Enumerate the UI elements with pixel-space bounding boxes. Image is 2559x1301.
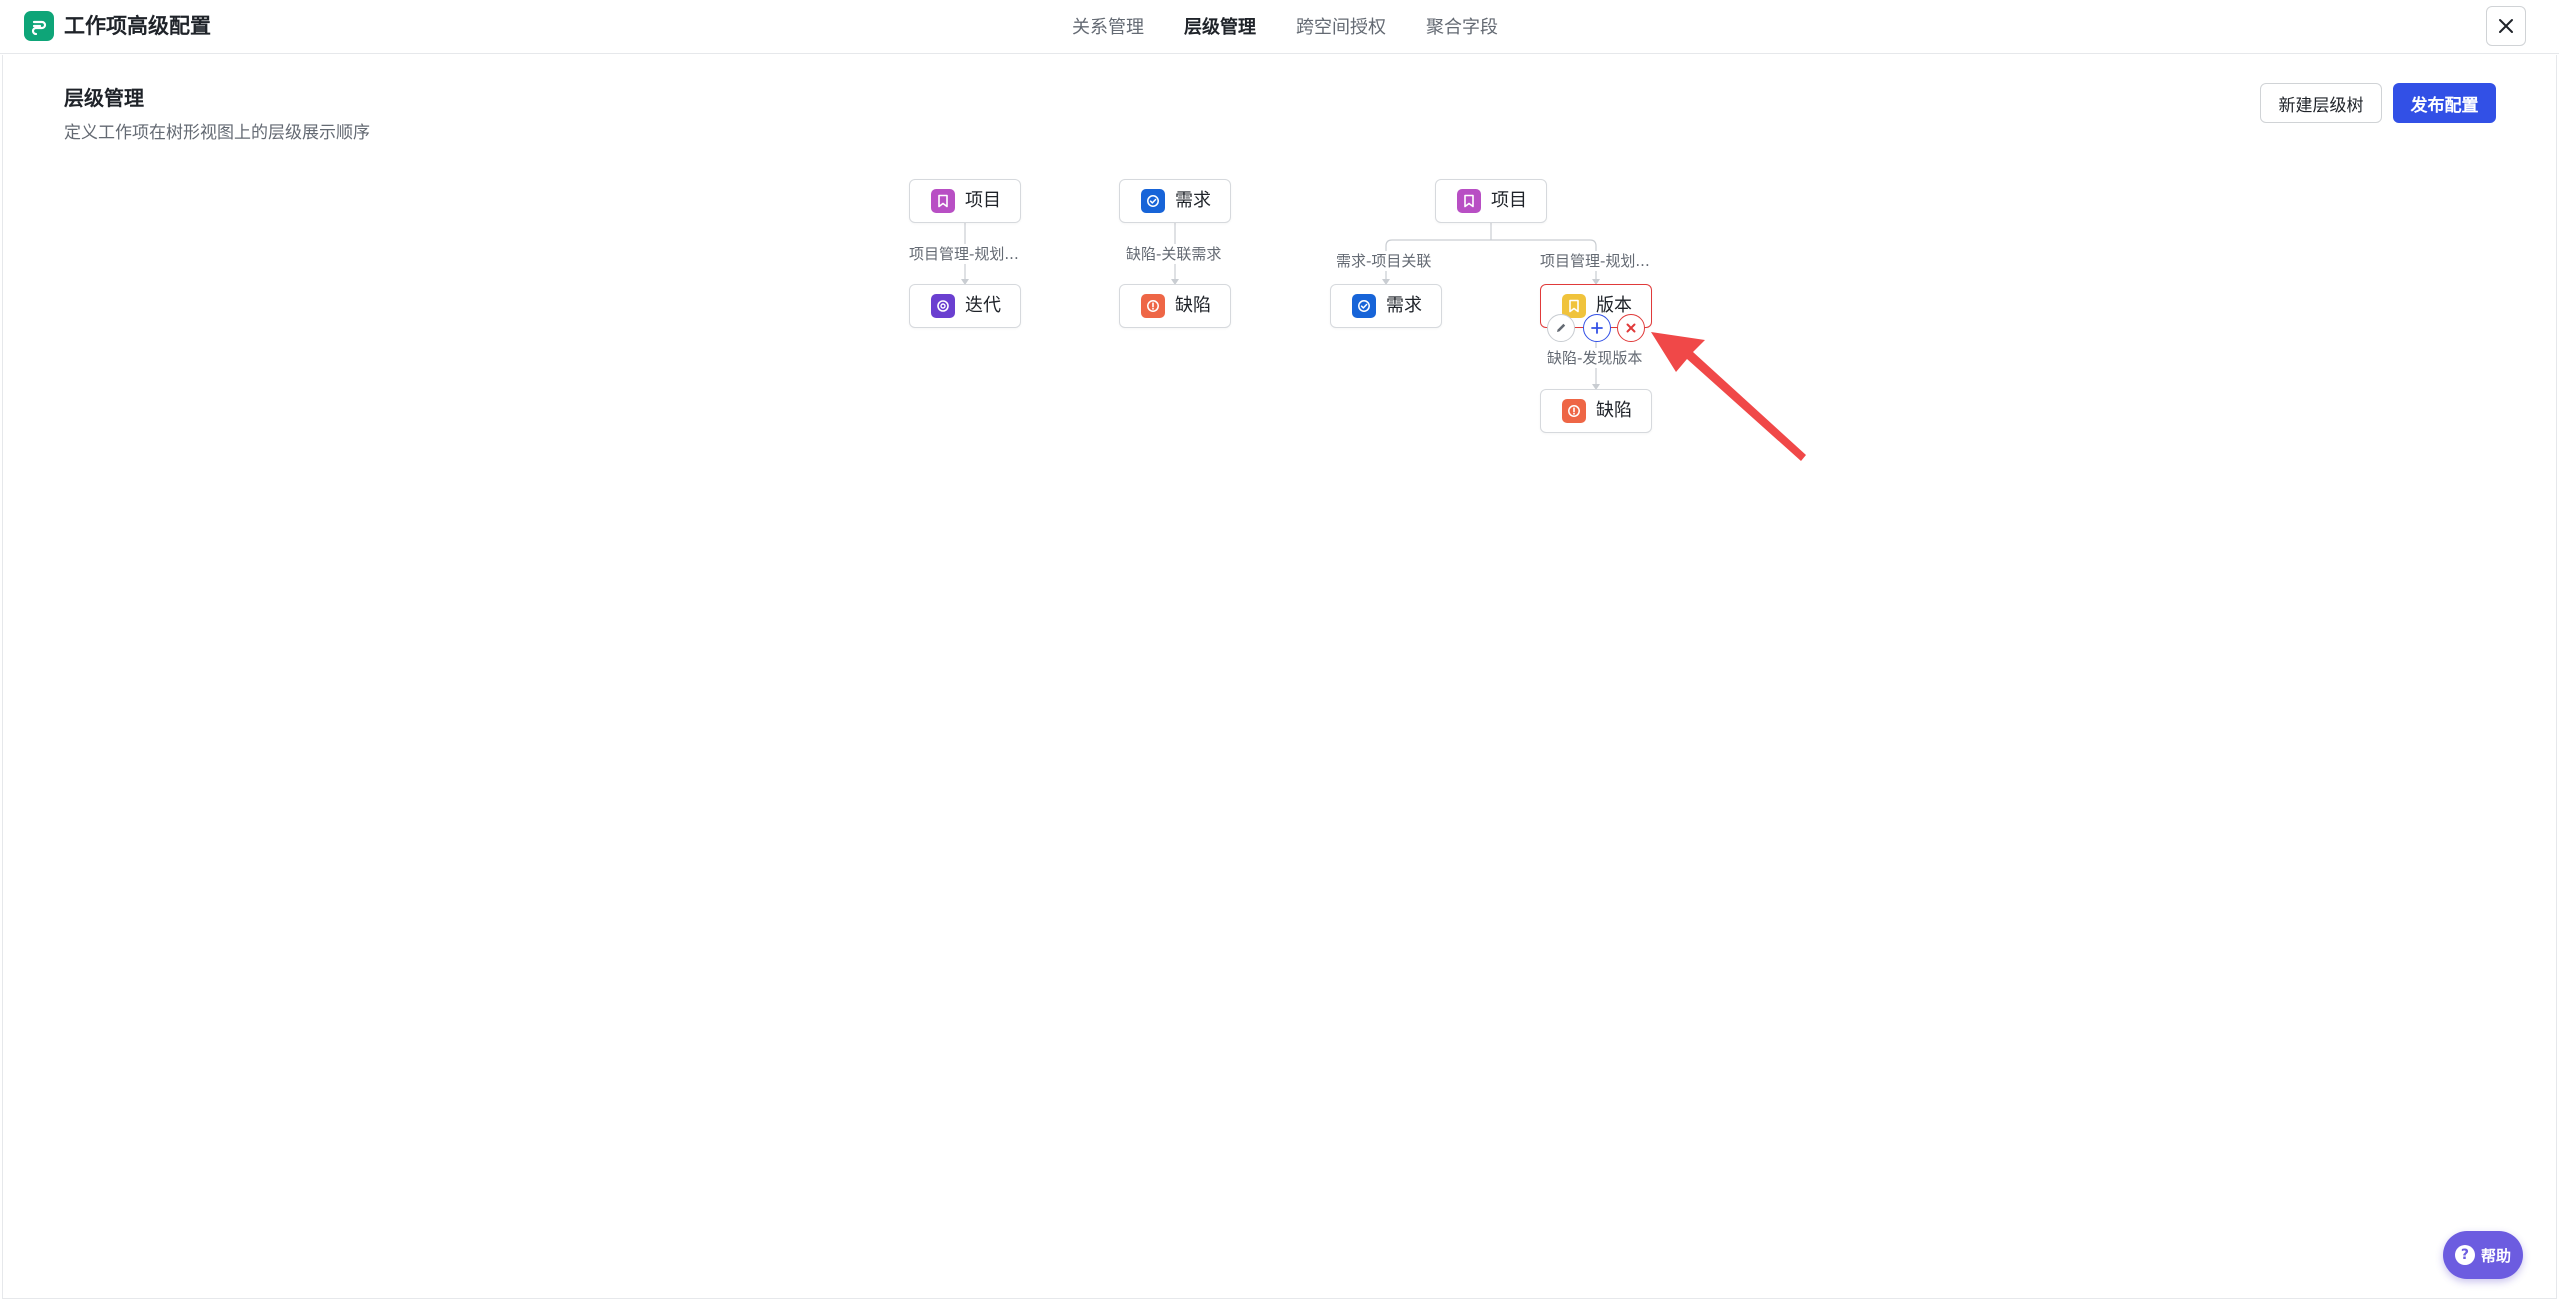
tree2-edge-label: 缺陷-关联需求 bbox=[1124, 244, 1224, 264]
bookmark-icon bbox=[931, 189, 955, 213]
app-title: 工作项高级配置 bbox=[64, 14, 211, 38]
tree1-root-node[interactable]: 项目 bbox=[909, 179, 1021, 223]
tree1-edge-label: 项目管理-规划... bbox=[907, 244, 1021, 264]
tab-relation[interactable]: 关系管理 bbox=[1052, 14, 1164, 42]
edit-node-button[interactable] bbox=[1547, 314, 1575, 342]
bookmark-icon bbox=[1457, 189, 1481, 213]
tree2-root-node[interactable]: 需求 bbox=[1119, 179, 1231, 223]
plus-icon bbox=[1591, 322, 1603, 334]
page-title: 层级管理 bbox=[64, 86, 144, 110]
tree1-child-node[interactable]: 迭代 bbox=[909, 284, 1021, 328]
top-bar: 工作项高级配置 关系管理 层级管理 跨空间授权 聚合字段 bbox=[0, 0, 2559, 54]
help-button[interactable]: ? 帮助 bbox=[2443, 1231, 2523, 1279]
tree3-right-edge-label: 项目管理-规划... bbox=[1538, 251, 1652, 271]
tab-aggregate-field[interactable]: 聚合字段 bbox=[1406, 14, 1518, 42]
node-label: 缺陷 bbox=[1596, 400, 1632, 421]
sprint-icon bbox=[931, 294, 955, 318]
node-label: 迭代 bbox=[965, 295, 1001, 316]
question-icon: ? bbox=[2454, 1245, 2475, 1265]
node-label: 需求 bbox=[1175, 190, 1211, 211]
tree3-defect-node[interactable]: 缺陷 bbox=[1540, 389, 1652, 433]
tree3-left-edge-label: 需求-项目关联 bbox=[1334, 251, 1434, 271]
delete-node-button[interactable] bbox=[1617, 314, 1645, 342]
new-tree-button[interactable]: 新建层级树 bbox=[2260, 83, 2382, 123]
edit-icon bbox=[1557, 323, 1566, 332]
tab-hierarchy[interactable]: 层级管理 bbox=[1164, 14, 1276, 42]
publish-button[interactable]: 发布配置 bbox=[2393, 83, 2496, 123]
node-label: 需求 bbox=[1386, 295, 1422, 316]
tree3-root-node[interactable]: 项目 bbox=[1435, 179, 1547, 223]
help-label: 帮助 bbox=[2480, 1246, 2511, 1265]
close-icon bbox=[1626, 323, 1636, 333]
tree2-child-node[interactable]: 缺陷 bbox=[1119, 284, 1231, 328]
alert-icon bbox=[1562, 399, 1586, 423]
node-label: 缺陷 bbox=[1175, 295, 1211, 316]
node-label: 项目 bbox=[1491, 190, 1527, 211]
page-description: 定义工作项在树形视图上的层级展示顺序 bbox=[64, 123, 370, 143]
add-child-node-button[interactable] bbox=[1583, 314, 1611, 342]
node-label: 项目 bbox=[965, 190, 1001, 211]
check-circle-icon bbox=[1141, 189, 1165, 213]
alert-icon bbox=[1141, 294, 1165, 318]
close-icon bbox=[2499, 19, 2513, 33]
app-logo-icon bbox=[24, 11, 54, 41]
tab-bar: 关系管理 层级管理 跨空间授权 聚合字段 bbox=[1052, 14, 1518, 42]
content-panel bbox=[2, 55, 2557, 1299]
check-circle-icon bbox=[1352, 294, 1376, 318]
tab-cross-space-auth[interactable]: 跨空间授权 bbox=[1276, 14, 1406, 42]
tree3-left-node[interactable]: 需求 bbox=[1330, 284, 1442, 328]
close-button[interactable] bbox=[2486, 6, 2526, 46]
tree3-version-edge-label: 缺陷-发现版本 bbox=[1545, 348, 1645, 368]
